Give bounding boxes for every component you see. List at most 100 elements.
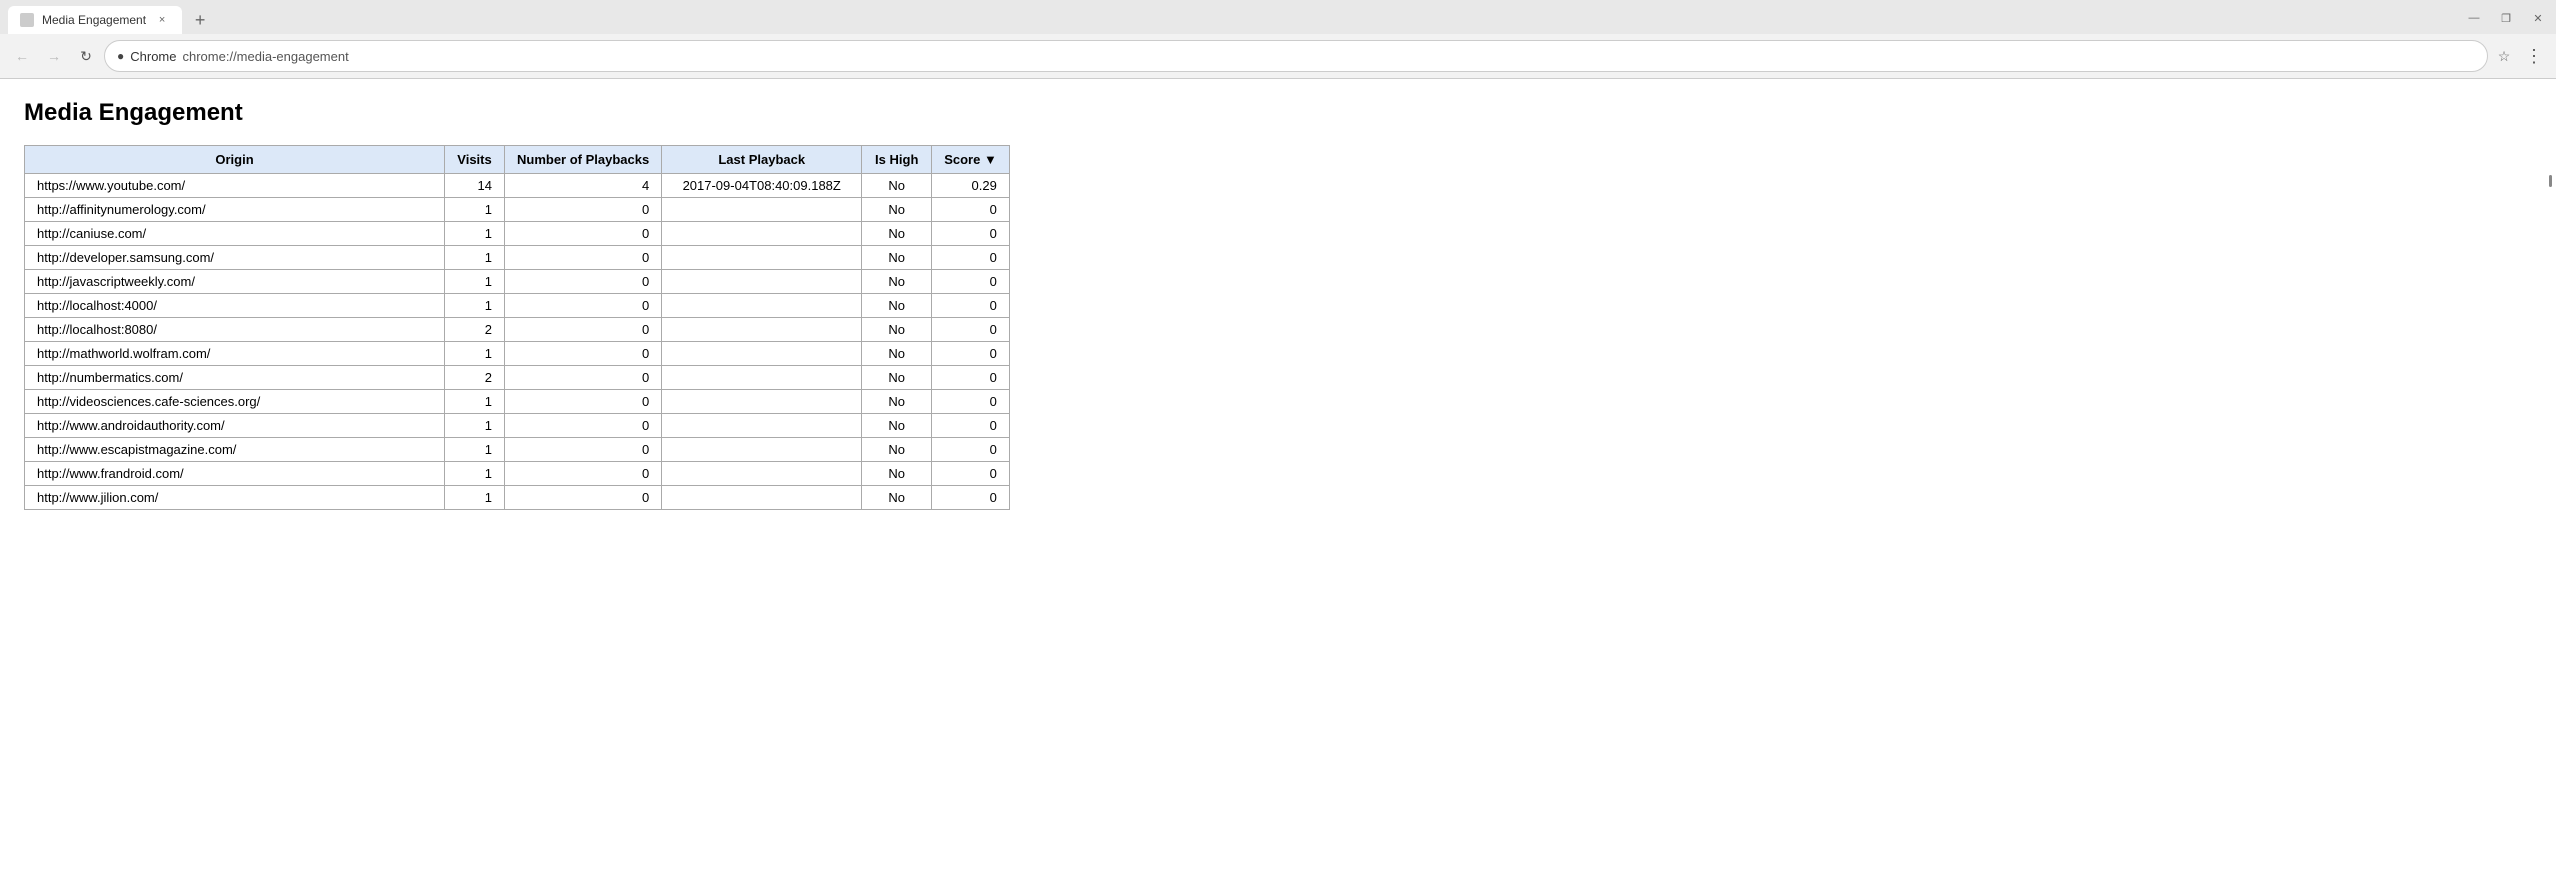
cell-score: 0	[932, 198, 1010, 222]
cell-is-high: No	[862, 486, 932, 510]
cell-origin: http://javascriptweekly.com/	[25, 270, 445, 294]
cell-origin: http://localhost:4000/	[25, 294, 445, 318]
cell-visits: 2	[445, 318, 505, 342]
table-wrapper: Origin Visits Number of Playbacks Last P…	[24, 145, 2532, 510]
cell-origin: http://www.escapistmagazine.com/	[25, 438, 445, 462]
restore-button[interactable]: ❐	[2496, 8, 2516, 28]
cell-score: 0	[932, 486, 1010, 510]
table-row: http://mathworld.wolfram.com/10No0	[25, 342, 1010, 366]
cell-last-playback	[662, 222, 862, 246]
table-row: http://numbermatics.com/20No0	[25, 366, 1010, 390]
cell-playbacks: 0	[505, 294, 662, 318]
cell-score: 0	[932, 390, 1010, 414]
cell-last-playback	[662, 390, 862, 414]
active-tab[interactable]: Media Engagement ×	[8, 6, 182, 34]
cell-origin: http://affinitynumerology.com/	[25, 198, 445, 222]
cell-is-high: No	[862, 270, 932, 294]
new-tab-button[interactable]: +	[186, 6, 214, 34]
cell-playbacks: 0	[505, 462, 662, 486]
header-is-high: Is High	[862, 146, 932, 174]
cell-is-high: No	[862, 366, 932, 390]
cell-is-high: No	[862, 462, 932, 486]
address-bar[interactable]: ● Chrome chrome://media-engagement	[104, 40, 2488, 72]
cell-last-playback	[662, 366, 862, 390]
chrome-label: Chrome	[130, 49, 176, 64]
cell-playbacks: 0	[505, 270, 662, 294]
back-button[interactable]: ←	[8, 42, 36, 70]
cell-visits: 14	[445, 174, 505, 198]
header-score[interactable]: Score ▼	[932, 146, 1010, 174]
cell-score: 0	[932, 438, 1010, 462]
cell-visits: 1	[445, 390, 505, 414]
menu-button[interactable]: ⋮	[2520, 42, 2548, 70]
scrollbar-indicator[interactable]	[2549, 175, 2552, 187]
header-origin: Origin	[25, 146, 445, 174]
address-text: chrome://media-engagement	[183, 49, 2476, 64]
cell-visits: 2	[445, 366, 505, 390]
bookmark-button[interactable]: ☆	[2492, 44, 2516, 68]
cell-is-high: No	[862, 198, 932, 222]
cell-score: 0	[932, 414, 1010, 438]
table-row: http://localhost:4000/10No0	[25, 294, 1010, 318]
cell-playbacks: 0	[505, 198, 662, 222]
minimize-button[interactable]: —	[2464, 8, 2484, 28]
cell-origin: http://localhost:8080/	[25, 318, 445, 342]
table-row: http://videosciences.cafe-sciences.org/1…	[25, 390, 1010, 414]
cell-origin: http://www.androidauthority.com/	[25, 414, 445, 438]
cell-last-playback	[662, 486, 862, 510]
cell-origin: https://www.youtube.com/	[25, 174, 445, 198]
refresh-button[interactable]: ↻	[72, 42, 100, 70]
cell-is-high: No	[862, 438, 932, 462]
cell-playbacks: 0	[505, 318, 662, 342]
cell-is-high: No	[862, 414, 932, 438]
table-row: http://localhost:8080/20No0	[25, 318, 1010, 342]
cell-origin: http://caniuse.com/	[25, 222, 445, 246]
table-row: http://javascriptweekly.com/10No0	[25, 270, 1010, 294]
page-content: Media Engagement Origin Visits Number of…	[0, 79, 2556, 530]
tab-close-button[interactable]: ×	[154, 12, 170, 28]
page-title: Media Engagement	[24, 99, 2532, 127]
cell-visits: 1	[445, 462, 505, 486]
close-button[interactable]: ✕	[2528, 8, 2548, 28]
cell-score: 0	[932, 294, 1010, 318]
cell-visits: 1	[445, 438, 505, 462]
cell-score: 0.29	[932, 174, 1010, 198]
cell-origin: http://videosciences.cafe-sciences.org/	[25, 390, 445, 414]
table-row: http://affinitynumerology.com/10No0	[25, 198, 1010, 222]
header-playbacks: Number of Playbacks	[505, 146, 662, 174]
cell-is-high: No	[862, 390, 932, 414]
cell-origin: http://www.frandroid.com/	[25, 462, 445, 486]
cell-playbacks: 4	[505, 174, 662, 198]
cell-score: 0	[932, 462, 1010, 486]
title-bar: Media Engagement × + — ❐ ✕	[0, 0, 2556, 34]
cell-score: 0	[932, 270, 1010, 294]
cell-last-playback	[662, 342, 862, 366]
cell-last-playback	[662, 414, 862, 438]
cell-playbacks: 0	[505, 366, 662, 390]
media-engagement-table: Origin Visits Number of Playbacks Last P…	[24, 145, 1010, 510]
table-row: http://www.escapistmagazine.com/10No0	[25, 438, 1010, 462]
cell-last-playback	[662, 246, 862, 270]
cell-visits: 1	[445, 414, 505, 438]
cell-score: 0	[932, 222, 1010, 246]
cell-last-playback	[662, 198, 862, 222]
cell-is-high: No	[862, 246, 932, 270]
cell-playbacks: 0	[505, 342, 662, 366]
window-controls: — ❐ ✕	[2464, 8, 2548, 32]
table-header: Origin Visits Number of Playbacks Last P…	[25, 146, 1010, 174]
cell-last-playback	[662, 438, 862, 462]
cell-playbacks: 0	[505, 222, 662, 246]
cell-visits: 1	[445, 342, 505, 366]
cell-last-playback	[662, 270, 862, 294]
cell-origin: http://www.jilion.com/	[25, 486, 445, 510]
forward-button[interactable]: →	[40, 42, 68, 70]
cell-is-high: No	[862, 342, 932, 366]
cell-origin: http://numbermatics.com/	[25, 366, 445, 390]
table-row: http://caniuse.com/10No0	[25, 222, 1010, 246]
cell-last-playback	[662, 318, 862, 342]
cell-score: 0	[932, 366, 1010, 390]
cell-visits: 1	[445, 294, 505, 318]
table-body: https://www.youtube.com/1442017-09-04T08…	[25, 174, 1010, 510]
cell-is-high: No	[862, 294, 932, 318]
toolbar: ← → ↻ ● Chrome chrome://media-engagement…	[0, 34, 2556, 78]
